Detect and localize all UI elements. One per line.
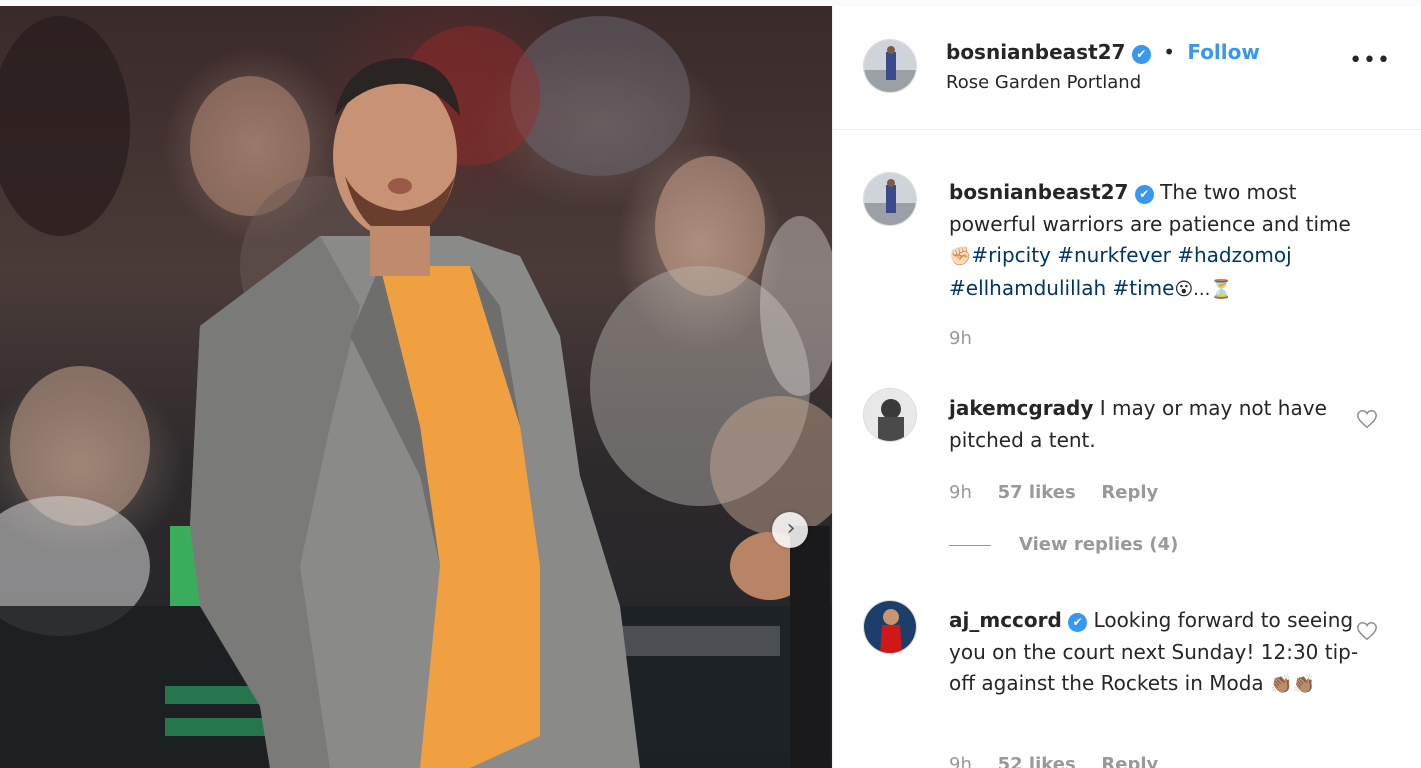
reply-button[interactable]: Reply xyxy=(1101,482,1158,503)
comment-likes[interactable]: 57 likes xyxy=(998,482,1076,503)
fist-emoji: ✊🏻 xyxy=(949,246,972,267)
view-replies-label: View replies (4) xyxy=(1019,534,1179,555)
author-username[interactable]: bosnianbeast27 xyxy=(946,40,1125,64)
comment-time[interactable]: 9h xyxy=(949,482,972,503)
comment-username[interactable]: aj_mccord xyxy=(949,608,1062,632)
caption-username[interactable]: bosnianbeast27 xyxy=(949,180,1128,204)
carousel-next-button[interactable]: › xyxy=(772,512,808,548)
post-location[interactable]: Rose Garden Portland xyxy=(946,72,1141,93)
comment-username[interactable]: jakemcgrady xyxy=(949,396,1093,420)
heart-outline-icon[interactable] xyxy=(1356,620,1378,642)
heart-outline-icon[interactable] xyxy=(1356,408,1378,430)
post-photo[interactable]: › xyxy=(0,6,832,768)
header-row: bosnianbeast27 ✔ • Follow xyxy=(946,40,1260,64)
reply-button[interactable]: Reply xyxy=(1101,754,1158,768)
caption-avatar[interactable] xyxy=(863,172,917,226)
separator-dot: • xyxy=(1163,40,1175,64)
hashtag-ellhamdulillah[interactable]: #ellhamdulillah xyxy=(949,276,1106,300)
comment-likes[interactable]: 52 likes xyxy=(998,754,1076,768)
comment-meta: 9h 57 likes Reply xyxy=(949,482,1178,503)
post-image-illustration xyxy=(0,16,832,768)
post-header: bosnianbeast27 ✔ • Follow Rose Garden Po… xyxy=(833,6,1421,130)
author-avatar[interactable] xyxy=(863,39,917,93)
clap-emoji: 👏🏽👏🏽 xyxy=(1270,674,1315,695)
follow-button[interactable]: Follow xyxy=(1187,40,1260,64)
divider-line xyxy=(949,544,991,546)
caption-trailing-emoji: 😮...⏳ xyxy=(1174,278,1233,300)
chevron-right-icon: › xyxy=(786,516,796,541)
hashtag-nurkfever[interactable]: #nurkfever xyxy=(1057,243,1171,267)
commenter-avatar[interactable] xyxy=(863,388,917,442)
verified-badge-icon: ✔ xyxy=(1068,613,1088,632)
hashtag-hadzomoj[interactable]: #hadzomoj xyxy=(1177,243,1291,267)
verified-badge-icon: ✔ xyxy=(1131,45,1151,64)
commenter-avatar[interactable] xyxy=(863,600,917,654)
hashtag-time[interactable]: #time xyxy=(1112,276,1174,300)
caption-time[interactable]: 9h xyxy=(949,328,972,349)
hashtag-ripcity[interactable]: #ripcity xyxy=(971,243,1050,267)
post-sidebar: bosnianbeast27 ✔ • Follow Rose Garden Po… xyxy=(832,6,1421,768)
comment-meta: 9h 52 likes Reply xyxy=(949,754,1178,768)
comment-text: aj_mccord ✔ Looking forward to seeing yo… xyxy=(949,605,1369,701)
comment-time[interactable]: 9h xyxy=(949,754,972,768)
view-replies-button[interactable]: View replies (4) xyxy=(949,534,1178,555)
caption-text: bosnianbeast27 ✔ The two most powerful w… xyxy=(949,177,1369,305)
comment-text: jakemcgrady I may or may not have pitche… xyxy=(949,393,1369,456)
more-options-icon[interactable]: ••• xyxy=(1349,50,1391,72)
verified-badge-icon: ✔ xyxy=(1134,185,1154,204)
